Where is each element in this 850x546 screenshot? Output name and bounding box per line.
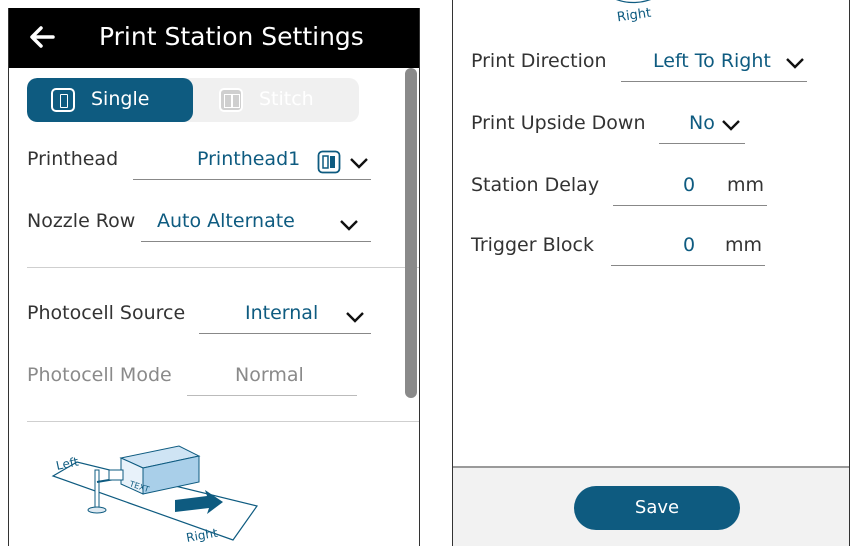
- print-upside-down-label: Print Upside Down: [471, 112, 646, 134]
- settings-right-panel: Right Print Direction Left To Right Prin…: [452, 0, 850, 546]
- illustration-right-text: Right: [616, 5, 653, 26]
- nozzle-row-value: Auto Alternate: [157, 210, 295, 232]
- trigger-block-unit: mm: [725, 234, 763, 256]
- chevron-down-icon: [786, 58, 804, 69]
- single-printhead-icon: [51, 88, 75, 112]
- printhead-value: Printhead1: [197, 148, 301, 170]
- single-mode-label: Single: [91, 88, 150, 110]
- photocell-source-row: Photocell Source Internal: [27, 302, 387, 336]
- printhead-row: Printhead Printhead1: [27, 148, 387, 182]
- nozzle-row-select[interactable]: Auto Alternate: [141, 210, 371, 242]
- print-upside-down-select[interactable]: No: [659, 112, 745, 144]
- station-delay-input[interactable]: 0 mm: [613, 174, 767, 206]
- printhead-label: Printhead: [27, 148, 119, 170]
- trigger-block-row: Trigger Block 0 mm: [471, 234, 841, 268]
- chevron-down-icon: [350, 158, 368, 169]
- stitch-mode-label: Stitch: [259, 88, 314, 110]
- photocell-source-select[interactable]: Internal: [199, 302, 371, 334]
- save-button[interactable]: Save: [574, 486, 740, 530]
- photocell-mode-label: Photocell Mode: [27, 364, 172, 386]
- stitch-mode-button[interactable]: Stitch: [193, 78, 359, 122]
- print-direction-illustration: Left TEXT Right: [51, 445, 258, 545]
- print-direction-value: Left To Right: [653, 50, 771, 72]
- printhead-select[interactable]: Printhead1: [133, 148, 371, 180]
- trigger-block-input[interactable]: 0 mm: [611, 234, 765, 266]
- print-upside-down-row: Print Upside Down No: [471, 112, 841, 146]
- chevron-down-icon: [340, 220, 358, 231]
- single-mode-button[interactable]: Single: [27, 78, 193, 122]
- station-delay-row: Station Delay 0 mm: [471, 174, 841, 208]
- back-arrow-icon[interactable]: [27, 22, 57, 52]
- stitch-printhead-icon: [219, 88, 243, 112]
- section-divider: [27, 421, 419, 422]
- nozzle-row-label: Nozzle Row: [27, 210, 136, 232]
- page-title: Print Station Settings: [99, 22, 364, 51]
- mode-toggle: Single Stitch: [27, 78, 359, 122]
- print-direction-select[interactable]: Left To Right: [621, 50, 807, 82]
- photocell-source-label: Photocell Source: [27, 302, 186, 324]
- chevron-down-icon: [722, 120, 740, 131]
- printhead-type-icon: [317, 150, 341, 174]
- app-header: Print Station Settings: [9, 8, 419, 68]
- station-delay-label: Station Delay: [471, 174, 600, 196]
- trigger-block-label: Trigger Block: [471, 234, 594, 256]
- chevron-down-icon: [346, 312, 364, 323]
- station-delay-unit: mm: [727, 174, 765, 196]
- illustration-right-text: Right: [185, 526, 219, 545]
- photocell-mode-field: Normal: [187, 364, 357, 396]
- settings-left-panel: Print Station Settings Single Stitch Pri…: [8, 8, 420, 546]
- nozzle-row-row: Nozzle Row Auto Alternate: [27, 210, 387, 244]
- print-direction-row: Print Direction Left To Right: [471, 50, 841, 84]
- scrollbar-thumb[interactable]: [405, 68, 417, 398]
- station-delay-value: 0: [683, 174, 696, 196]
- trigger-block-value: 0: [683, 234, 696, 256]
- section-divider: [27, 267, 419, 268]
- print-upside-down-value: No: [689, 112, 715, 134]
- print-direction-label: Print Direction: [471, 50, 607, 72]
- photocell-mode-row: Photocell Mode Normal: [27, 364, 387, 398]
- photocell-mode-value: Normal: [235, 364, 304, 386]
- photocell-source-value: Internal: [245, 302, 319, 324]
- footer-bar: Save: [453, 466, 850, 546]
